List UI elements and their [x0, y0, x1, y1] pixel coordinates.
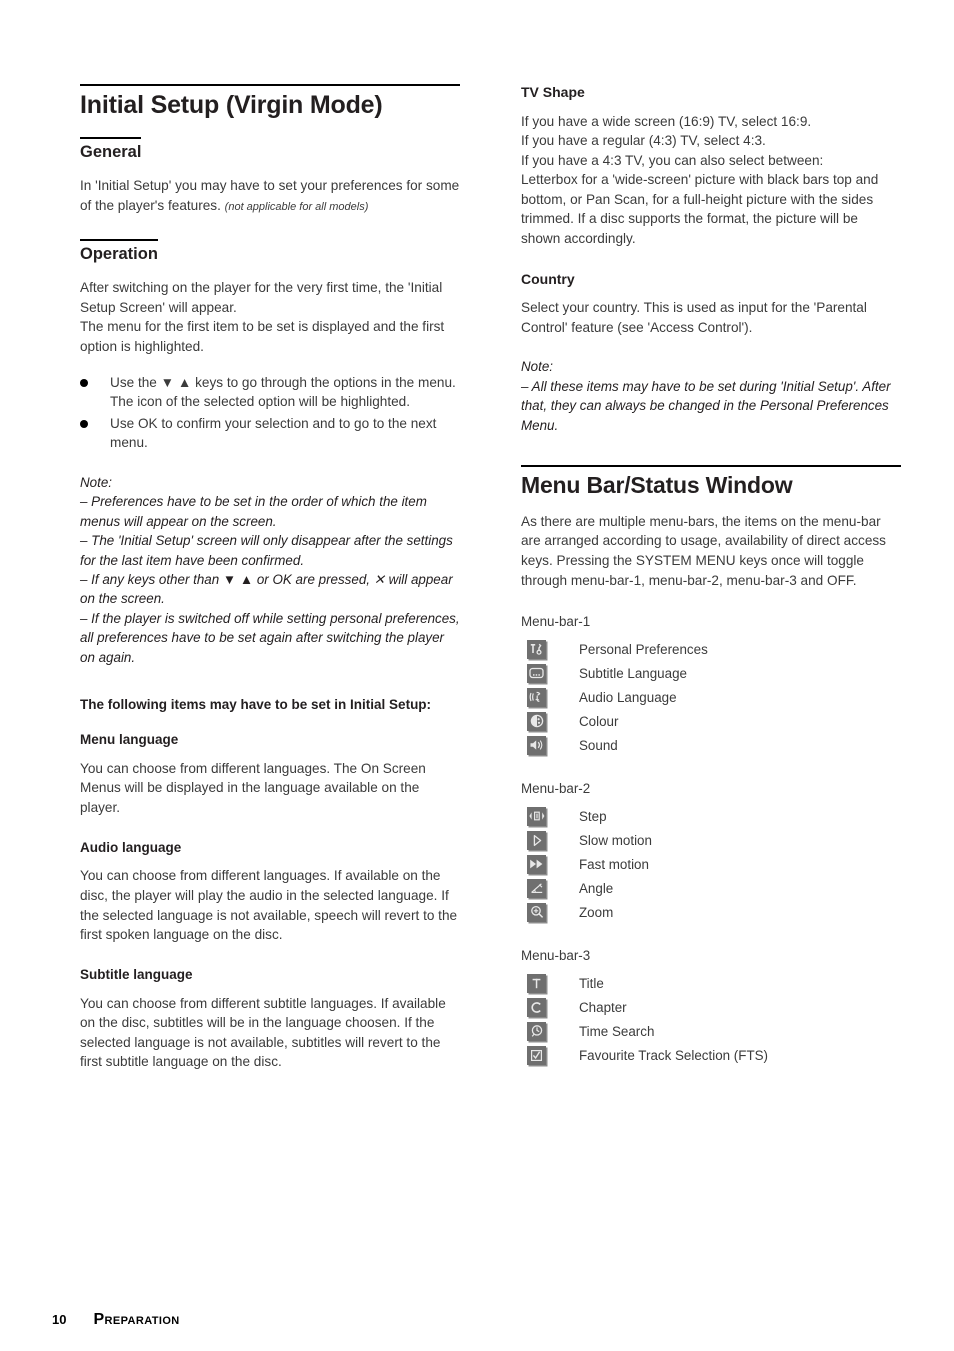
sound-icon [527, 735, 546, 755]
subtitle-language-heading: Subtitle language [80, 966, 193, 982]
operation-heading: Operation [80, 239, 158, 263]
note-item: – If any keys other than ▼ ▲ or OK are p… [80, 571, 453, 607]
menu-item-label: Slow motion [579, 832, 652, 848]
list-item[interactable]: Audio Language [521, 685, 901, 709]
menu-bar-1-list: Personal Preferences Subtitle Language A… [521, 637, 901, 757]
list-item[interactable]: Fast motion [521, 852, 901, 876]
right-column: TV Shape If you have a wide screen (16:9… [521, 84, 901, 1067]
note-item: – Preferences have to be set in the orde… [80, 494, 427, 529]
country-text: Select your country. This is used as inp… [521, 300, 867, 335]
subtitle-language-text: You can choose from different subtitle l… [80, 995, 446, 1070]
left-column: Initial Setup (Virgin Mode) General In '… [80, 84, 460, 1072]
menu-bar-3-label: Menu-bar-3 [521, 948, 591, 964]
general-paragraph: In 'Initial Setup' you may have to set y… [80, 176, 460, 217]
operation-bullets: Use the ▼ ▲ keys to go through the optio… [80, 373, 460, 453]
menu-bar-1-label: Menu-bar-1 [521, 614, 591, 630]
menu-bar-3-list: Title Chapter Time Search Favourite Trac… [521, 971, 901, 1067]
tv-shape-heading: TV Shape [521, 84, 585, 100]
general-inline-note: (not applicable for all models) [224, 200, 369, 213]
menu-bar-title: Menu Bar/Status Window [521, 464, 901, 498]
list-item[interactable]: Subtitle Language [521, 661, 901, 685]
note-item: – All these items may have to be set dur… [521, 378, 891, 433]
audio-language-icon [527, 687, 546, 707]
footer-section-name: Preparation [93, 1311, 180, 1328]
operation-section: Operation After switching on the player … [80, 239, 460, 667]
list-item[interactable]: Angle [521, 876, 901, 900]
list-item[interactable]: Sound [521, 733, 901, 757]
subtitle-language-icon [527, 663, 546, 683]
time-search-icon [527, 1021, 546, 1041]
list-item[interactable]: Favourite Track Selection (FTS) [521, 1043, 901, 1067]
menu-item-label: Chapter [579, 999, 627, 1015]
menu-language-text: You can choose from different languages.… [80, 760, 426, 815]
list-item[interactable]: Time Search [521, 1019, 901, 1043]
menu-item-label: Angle [579, 880, 614, 896]
items-intro-heading: The following items may have to be set i… [80, 697, 432, 712]
list-item[interactable]: Zoom [521, 900, 901, 924]
list-item[interactable]: Title [521, 971, 901, 995]
operation-paragraph: After switching on the player for the ve… [80, 280, 445, 354]
menu-bar-2-label: Menu-bar-2 [521, 781, 591, 797]
page-title: Initial Setup (Virgin Mode) [80, 84, 460, 119]
colour-icon [527, 711, 546, 731]
personal-preferences-icon [527, 639, 546, 659]
note-item: – If the player is switched off while se… [80, 610, 460, 665]
menu-bar-intro: As there are multiple menu-bars, the ite… [521, 513, 886, 588]
menu-bar-2-list: Step Slow motion Fast motion Angle Zoom [521, 804, 901, 924]
menu-item-label: Colour [579, 713, 619, 729]
operation-note-block: Note: – Preferences have to be set in th… [80, 473, 460, 667]
general-section: General In 'Initial Setup' you may have … [80, 137, 460, 217]
page-footer: 10 Preparation [52, 1311, 180, 1329]
bullet-dot-icon [80, 419, 88, 428]
menu-item-label: Subtitle Language [579, 665, 687, 681]
menu-item-label: Favourite Track Selection (FTS) [579, 1047, 769, 1063]
general-heading: General [80, 137, 142, 161]
country-heading: Country [521, 270, 575, 287]
bullet-text: Use the ▼ ▲ keys to go through the optio… [110, 374, 456, 410]
step-icon [527, 806, 546, 826]
note-label: Note: [521, 359, 554, 375]
fts-icon [527, 1045, 546, 1065]
bullet-text: Use OK to confirm your selection and to … [110, 415, 437, 451]
tv-shape-text: If you have a wide screen (16:9) TV, sel… [521, 113, 879, 247]
slow-motion-icon [527, 830, 546, 850]
title-icon [527, 973, 546, 993]
menu-item-label: Title [579, 975, 604, 991]
menu-language-heading: Menu language [80, 731, 179, 747]
audio-language-heading: Audio language [80, 839, 182, 855]
list-item[interactable]: Slow motion [521, 828, 901, 852]
fast-motion-icon [527, 854, 546, 874]
menu-item-label: Sound [579, 737, 618, 753]
note-label: Note: [80, 474, 113, 490]
audio-language-text: You can choose from different languages.… [80, 868, 458, 943]
list-item[interactable]: Step [521, 804, 901, 828]
bullet-dot-icon [80, 378, 88, 387]
zoom-icon [527, 902, 546, 922]
menu-item-label: Step [579, 808, 607, 824]
footer-page-number: 10 [52, 1312, 67, 1327]
country-note-block: Note: – All these items may have to be s… [521, 357, 901, 435]
menu-item-label: Audio Language [579, 689, 677, 705]
menu-item-label: Personal Preferences [579, 641, 708, 657]
angle-icon [527, 878, 546, 898]
note-item: – The 'Initial Setup' screen will only d… [80, 533, 453, 568]
list-item[interactable]: Chapter [521, 995, 901, 1019]
chapter-icon [527, 997, 546, 1017]
list-item[interactable]: Colour [521, 709, 901, 733]
menu-item-label: Zoom [579, 904, 614, 920]
manual-page: Initial Setup (Virgin Mode) General In '… [0, 0, 954, 1351]
list-item[interactable]: Personal Preferences [521, 637, 901, 661]
menu-item-label: Time Search [579, 1023, 655, 1039]
list-item: Use OK to confirm your selection and to … [80, 414, 460, 453]
list-item: Use the ▼ ▲ keys to go through the optio… [80, 373, 460, 412]
menu-item-label: Fast motion [579, 856, 649, 872]
